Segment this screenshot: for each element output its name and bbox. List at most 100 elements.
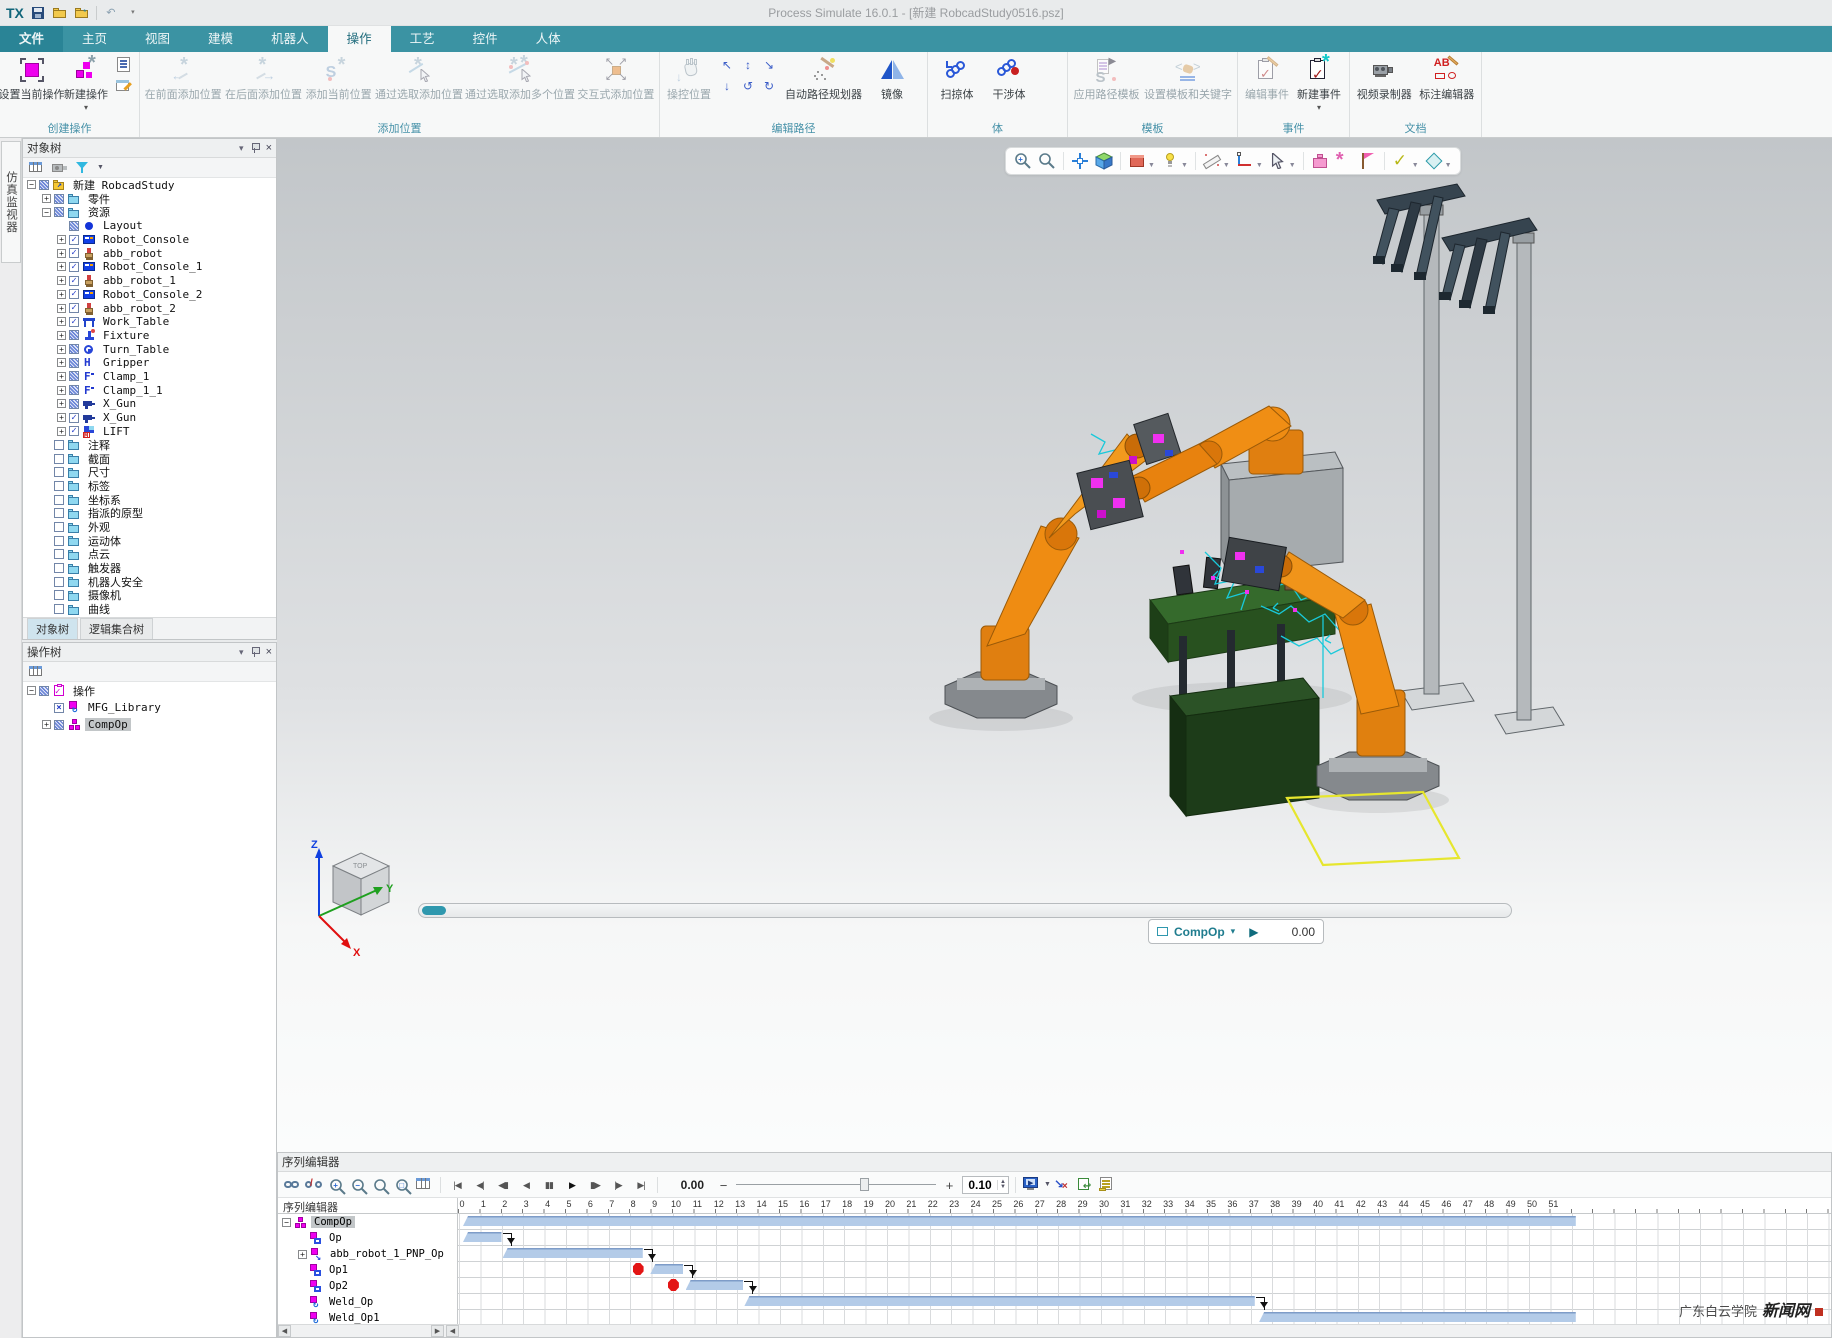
object-tree-row[interactable]: 外观 <box>23 520 276 534</box>
object-tree-row[interactable]: +HGripper <box>23 356 276 370</box>
object-tree-row[interactable]: +FClamp_1_1 <box>23 383 276 397</box>
visibility-checkbox[interactable] <box>54 536 64 546</box>
pin-icon[interactable] <box>251 143 259 153</box>
zoom-window-icon[interactable] <box>371 1176 390 1193</box>
gantt-bar-abb_robot_1_PNP_Op[interactable] <box>503 1248 643 1258</box>
visibility-checkbox[interactable] <box>39 180 49 190</box>
step-to-end-button[interactable]: |▶ <box>608 1176 628 1193</box>
jump-to-end-button[interactable]: ▶| <box>631 1176 651 1193</box>
gantt-row-label[interactable]: CompOp <box>311 1216 355 1228</box>
ribbon-tab-人体[interactable]: 人体 <box>517 26 580 52</box>
tree-node-label[interactable]: Robot_Console <box>100 233 192 246</box>
play-backward-step-button[interactable]: ◀▮ <box>493 1176 513 1193</box>
ribbon-button-操控位置[interactable]: ↓操控位置 <box>663 53 715 122</box>
gantt-bar-CompOp[interactable] <box>463 1216 1576 1226</box>
tree-node-label[interactable]: Turn_Table <box>100 343 172 356</box>
visibility-checkbox[interactable] <box>69 235 79 245</box>
visibility-checkbox[interactable] <box>39 686 49 696</box>
chevron-down-icon[interactable]: ▼ <box>97 164 104 171</box>
tab-simulation-monitor[interactable]: 仿真监视器 <box>1 141 21 263</box>
visibility-checkbox[interactable] <box>69 248 79 258</box>
tree-node-label[interactable]: MFG_Library <box>85 701 164 714</box>
ribbon-tab-文件[interactable]: 文件 <box>0 26 63 52</box>
object-tree-row[interactable]: 触发器 <box>23 561 276 575</box>
visibility-checkbox[interactable] <box>69 344 79 354</box>
chevron-down-icon[interactable]: ▼ <box>1181 162 1188 169</box>
tree-node-label[interactable]: Robot_Console_2 <box>100 288 205 301</box>
step-to-start-button[interactable]: ◀| <box>470 1176 490 1193</box>
play-forward-step-button[interactable]: ▮▶ <box>585 1176 605 1193</box>
ribbon-tab-操作[interactable]: 操作 <box>328 26 391 52</box>
panel-menu-icon[interactable]: ▾ <box>239 143 244 154</box>
visibility-checkbox[interactable] <box>69 289 79 299</box>
slider-minus-button[interactable]: − <box>713 1176 733 1193</box>
expand-icon[interactable]: + <box>42 720 51 729</box>
chevron-down-icon[interactable]: ▼ <box>1256 162 1263 169</box>
chevron-down-icon[interactable]: ▼ <box>1148 162 1155 169</box>
path-flip-icon[interactable]: ↕ <box>738 56 758 76</box>
ribbon-tab-工艺[interactable]: 工艺 <box>391 26 454 52</box>
chevron-down-icon[interactable]: ▾ <box>84 103 88 112</box>
gantt-row-label[interactable]: Op <box>326 1232 345 1244</box>
tree-node-label[interactable]: X_Gun <box>100 411 139 424</box>
unlink-icon[interactable]: / <box>305 1176 324 1193</box>
columns-icon[interactable] <box>415 1176 434 1193</box>
chevron-down-icon[interactable]: ▼ <box>1223 162 1230 169</box>
close-icon[interactable]: × <box>266 142 272 154</box>
ribbon-button-交互式添加位置[interactable]: ↖↗↙↘交互式添加位置 <box>576 53 656 122</box>
scroll-left-icon[interactable]: ◀ <box>278 1325 291 1337</box>
expand-icon[interactable]: + <box>57 358 66 367</box>
speed-slider[interactable] <box>736 1177 936 1192</box>
object-tree-row[interactable]: 机器人安全 <box>23 575 276 589</box>
ribbon-button-镜像[interactable]: 镜像 <box>866 53 918 122</box>
visibility-checkbox[interactable] <box>69 276 79 286</box>
expand-icon[interactable]: + <box>57 372 66 381</box>
tree-node-label[interactable]: X_Gun <box>100 397 139 410</box>
current-operation-label[interactable]: CompOp <box>1174 925 1225 939</box>
expand-icon[interactable]: + <box>298 1250 307 1259</box>
visibility-checkbox[interactable] <box>54 207 64 217</box>
zoom-fit-icon[interactable]: □ <box>393 1176 412 1193</box>
object-tree-row[interactable]: +零件 <box>23 192 276 206</box>
expand-icon[interactable]: + <box>57 276 66 285</box>
visibility-checkbox[interactable] <box>54 440 64 450</box>
visibility-checkbox[interactable] <box>69 399 79 409</box>
object-tree-row[interactable]: 指派的原型 <box>23 507 276 521</box>
expand-icon[interactable]: + <box>57 413 66 422</box>
section-icon[interactable] <box>1423 150 1445 172</box>
link-icon[interactable] <box>283 1176 302 1193</box>
tree-node-label[interactable]: 操作 <box>70 683 98 699</box>
create-frame-icon[interactable] <box>1234 150 1256 172</box>
zoom-in-icon[interactable]: + <box>1012 150 1034 172</box>
visibility-checkbox[interactable] <box>69 303 79 313</box>
visibility-checkbox[interactable] <box>54 508 64 518</box>
tree-node-label[interactable]: Clamp_1_1 <box>100 384 166 397</box>
chevron-down-icon[interactable]: ▾ <box>1231 926 1236 937</box>
ribbon-button-通过选取添加位置[interactable]: *通过选取添加位置 <box>374 53 465 122</box>
object-tree-row[interactable]: +Work_Table <box>23 315 276 329</box>
gantt-bar-Op1[interactable] <box>650 1264 683 1274</box>
collapse-icon[interactable]: − <box>42 208 51 217</box>
gantt-row-label[interactable]: Weld_Op <box>326 1296 376 1308</box>
ribbon-button-视频录制器[interactable]: 视频录制器 <box>1353 53 1416 122</box>
object-tree-row[interactable]: 曲线 <box>23 602 276 616</box>
check-status-icon[interactable]: ✓ <box>1390 150 1412 172</box>
speed-slider-thumb[interactable] <box>860 1178 869 1191</box>
slider-plus-button[interactable]: + <box>939 1176 959 1193</box>
ribbon-button-新建操作[interactable]: *新建操作▾ <box>60 53 112 122</box>
ribbon-button-标注编辑器[interactable]: AB标注编辑器 <box>1416 53 1479 122</box>
gantt-bar-Op[interactable] <box>463 1232 502 1242</box>
ribbon-button-扫掠体[interactable]: 扫掠体 <box>931 53 983 122</box>
visibility-checkbox[interactable] <box>54 604 64 614</box>
gantt-row-label[interactable]: abb_robot_1_PNP_Op <box>327 1248 447 1260</box>
expand-icon[interactable]: + <box>57 304 66 313</box>
object-tree-row[interactable]: +FClamp_1 <box>23 370 276 384</box>
ribbon-tab-建模[interactable]: 建模 <box>189 26 252 52</box>
tree-node-label[interactable]: 曲线 <box>85 601 113 616</box>
view-cube-icon[interactable] <box>1093 150 1115 172</box>
interval-spinner[interactable]: 0.10▲▼ <box>962 1176 1009 1194</box>
spinner-down-icon[interactable]: ▼ <box>1000 1185 1006 1190</box>
object-tree-row[interactable]: 摄像机 <box>23 589 276 603</box>
zoom-in-icon[interactable]: + <box>327 1176 346 1193</box>
breakpoint-icon[interactable] <box>668 1279 679 1291</box>
